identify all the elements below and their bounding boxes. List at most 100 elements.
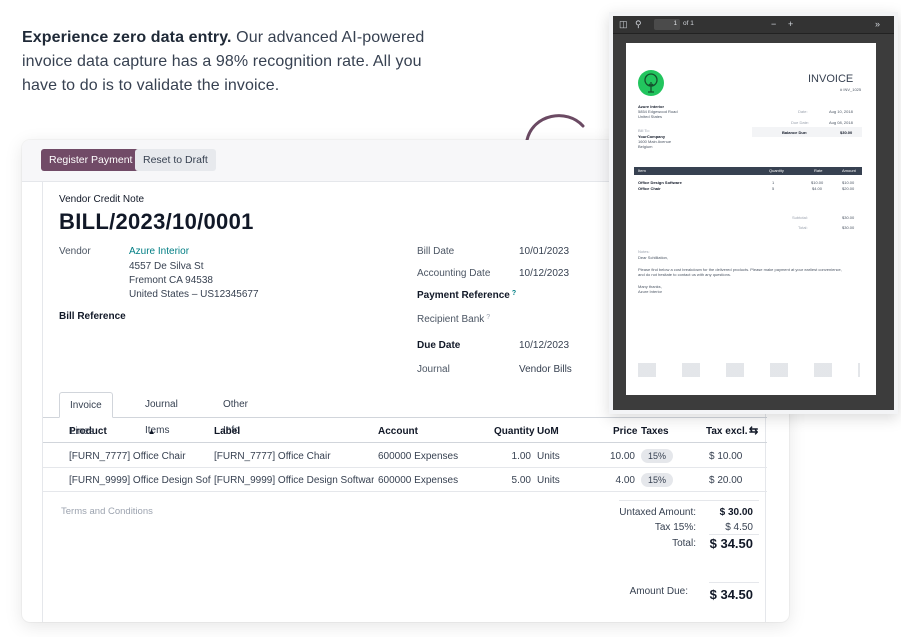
- line-subtotal: $ 20.00: [709, 475, 743, 486]
- column-settings-icon[interactable]: ⇆: [749, 424, 758, 437]
- bill-date-field[interactable]: 10/01/2023: [519, 246, 569, 257]
- pdf-item-amount: $20.00: [842, 186, 855, 191]
- line-label[interactable]: [FURN_9999] Office Design Software: [214, 475, 374, 486]
- line-uom[interactable]: Units: [537, 475, 560, 486]
- pdf-subtotal: $30.00: [842, 215, 855, 220]
- untaxed-amount: $ 30.00: [719, 507, 753, 518]
- pdf-toolbar: ◫ ⚲ 1 of 1 − + »: [613, 16, 894, 34]
- help-icon[interactable]: ?: [486, 314, 490, 321]
- line-quantity[interactable]: 1.00: [491, 451, 531, 462]
- tax-amount: $ 4.50: [725, 522, 753, 533]
- pdf-col-qty: Quantity: [769, 168, 784, 173]
- col-account[interactable]: Account: [378, 426, 418, 437]
- pdf-item-amount: $10.00: [842, 180, 855, 185]
- line-account[interactable]: 600000 Expenses: [378, 475, 458, 486]
- page-count: of 1: [683, 20, 694, 27]
- line-product[interactable]: [FURN_9999] Office Design Software: [69, 475, 211, 486]
- pdf-subtotal-label: Subtotal:: [792, 215, 808, 220]
- tab-other-info[interactable]: Other Info: [213, 392, 258, 436]
- bill-number: BILL/2023/10/0001: [59, 209, 254, 234]
- pdf-balance: $30.00: [840, 130, 853, 135]
- pdf-invoice-number: # INV_1025: [840, 87, 862, 92]
- bill-reference-label: Bill Reference: [59, 311, 126, 322]
- tax-badge[interactable]: 15%: [641, 449, 674, 463]
- line-product[interactable]: [FURN_7777] Office Chair: [69, 451, 209, 462]
- tab-journal-items[interactable]: Journal Items: [135, 392, 188, 436]
- sort-up-icon[interactable]: ▲: [148, 427, 156, 436]
- pdf-date: Aug 10, 2018: [829, 109, 853, 114]
- tabs-divider: [43, 417, 767, 418]
- pdf-col-rate: Rate: [814, 168, 823, 173]
- tab-invoice-lines[interactable]: Invoice Lines: [59, 392, 113, 437]
- tax-label: Tax 15%:: [654, 522, 696, 533]
- table-row[interactable]: [FURN_9999] Office Design Software [FURN…: [43, 468, 767, 492]
- pdf-item-rate: $4.00: [812, 186, 823, 191]
- help-icon[interactable]: ?: [512, 290, 516, 297]
- pdf-balance-label: Balance Due:: [782, 130, 808, 135]
- zoom-out-icon[interactable]: −: [771, 19, 776, 29]
- pdf-viewer: ◫ ⚲ 1 of 1 − + » INVOICE # INV_1025 Azur…: [609, 12, 898, 414]
- hero-tagline-bold: Experience zero data entry.: [22, 29, 232, 46]
- payment-reference-text: Payment Reference: [417, 290, 510, 301]
- pdf-total-label: Total:: [798, 225, 808, 230]
- accounting-date-field[interactable]: 10/12/2023: [519, 268, 569, 279]
- vendor-address-line: 4557 De Silva St: [129, 261, 204, 272]
- pdf-notes-line: Dear Schilliation,: [638, 255, 669, 260]
- page-number-input[interactable]: 1: [654, 19, 680, 30]
- tax-badge[interactable]: 15%: [641, 473, 674, 487]
- untaxed-label: Untaxed Amount:: [619, 507, 696, 518]
- totals-divider: [709, 582, 759, 583]
- tree-logo-icon: [638, 70, 664, 96]
- pdf-date-label: Date:: [798, 109, 808, 114]
- totals-divider: [709, 534, 759, 535]
- pdf-page: INVOICE # INV_1025 Azure Interior 5854 E…: [626, 43, 876, 395]
- line-price[interactable]: 10.00: [595, 451, 635, 462]
- col-uom[interactable]: UoM: [537, 426, 559, 437]
- recipient-bank-label: Recipient Bank?: [417, 314, 490, 325]
- vendor-address-line: Fremont CA 94538: [129, 275, 213, 286]
- due-date-label: Due Date: [417, 340, 461, 351]
- hero-tagline: Experience zero data entry. Our advanced…: [22, 26, 442, 98]
- amount-due-label: Amount Due:: [629, 586, 688, 597]
- terms-field[interactable]: Terms and Conditions: [61, 506, 153, 517]
- pdf-col-amount: Amount: [842, 168, 856, 173]
- line-label[interactable]: [FURN_7777] Office Chair: [214, 451, 374, 462]
- more-tools-icon[interactable]: »: [875, 19, 880, 29]
- register-payment-button[interactable]: Register Payment: [41, 149, 141, 171]
- table-row[interactable]: [FURN_7777] Office Chair [FURN_7777] Off…: [43, 444, 767, 468]
- pdf-bill-to-label: Bill To:: [638, 128, 650, 133]
- line-price[interactable]: 4.00: [595, 475, 635, 486]
- lines-table-header: Product ▲ Label Account Quantity UoM Pri…: [43, 419, 767, 443]
- pdf-notes-line: and do not hesitate to contact us with a…: [638, 272, 731, 277]
- pdf-vendor-line: United States: [638, 114, 663, 119]
- bill-date-label: Bill Date: [417, 246, 455, 257]
- search-icon[interactable]: ⚲: [635, 19, 642, 30]
- vendor-link[interactable]: Azure Interior: [129, 246, 189, 257]
- pdf-invoice-title: INVOICE: [808, 73, 854, 85]
- col-taxes[interactable]: Taxes: [641, 426, 669, 437]
- pdf-table-header: [634, 167, 862, 175]
- reset-to-draft-button[interactable]: Reset to Draft: [135, 149, 216, 171]
- pdf-due-label: Due Date:: [791, 120, 810, 125]
- due-date-field[interactable]: 10/12/2023: [519, 340, 569, 351]
- col-label[interactable]: Label: [214, 426, 240, 437]
- pdf-col-item: Item: [638, 168, 646, 173]
- line-account[interactable]: 600000 Expenses: [378, 451, 458, 462]
- total-amount: $ 34.50: [709, 536, 753, 551]
- totals-divider: [619, 500, 759, 501]
- col-quantity[interactable]: Quantity: [494, 426, 535, 437]
- zoom-in-icon[interactable]: +: [788, 19, 793, 29]
- payment-reference-label: Payment Reference?: [417, 290, 516, 301]
- journal-field[interactable]: Vendor Bills: [519, 364, 572, 375]
- line-uom[interactable]: Units: [537, 451, 560, 462]
- col-price[interactable]: Price: [613, 426, 637, 437]
- pdf-item: Office Chair: [638, 186, 661, 191]
- col-tax-excl[interactable]: Tax excl.: [706, 426, 748, 437]
- line-quantity[interactable]: 5.00: [491, 475, 531, 486]
- journal-label: Journal: [417, 364, 450, 375]
- pdf-item-qty: 5: [772, 186, 775, 191]
- pdf-item-rate: $10.00: [811, 180, 824, 185]
- vendor-address-line: United States – US12345677: [129, 289, 259, 300]
- amount-due: $ 34.50: [709, 587, 753, 602]
- sidebar-toggle-icon[interactable]: ◫: [619, 19, 628, 30]
